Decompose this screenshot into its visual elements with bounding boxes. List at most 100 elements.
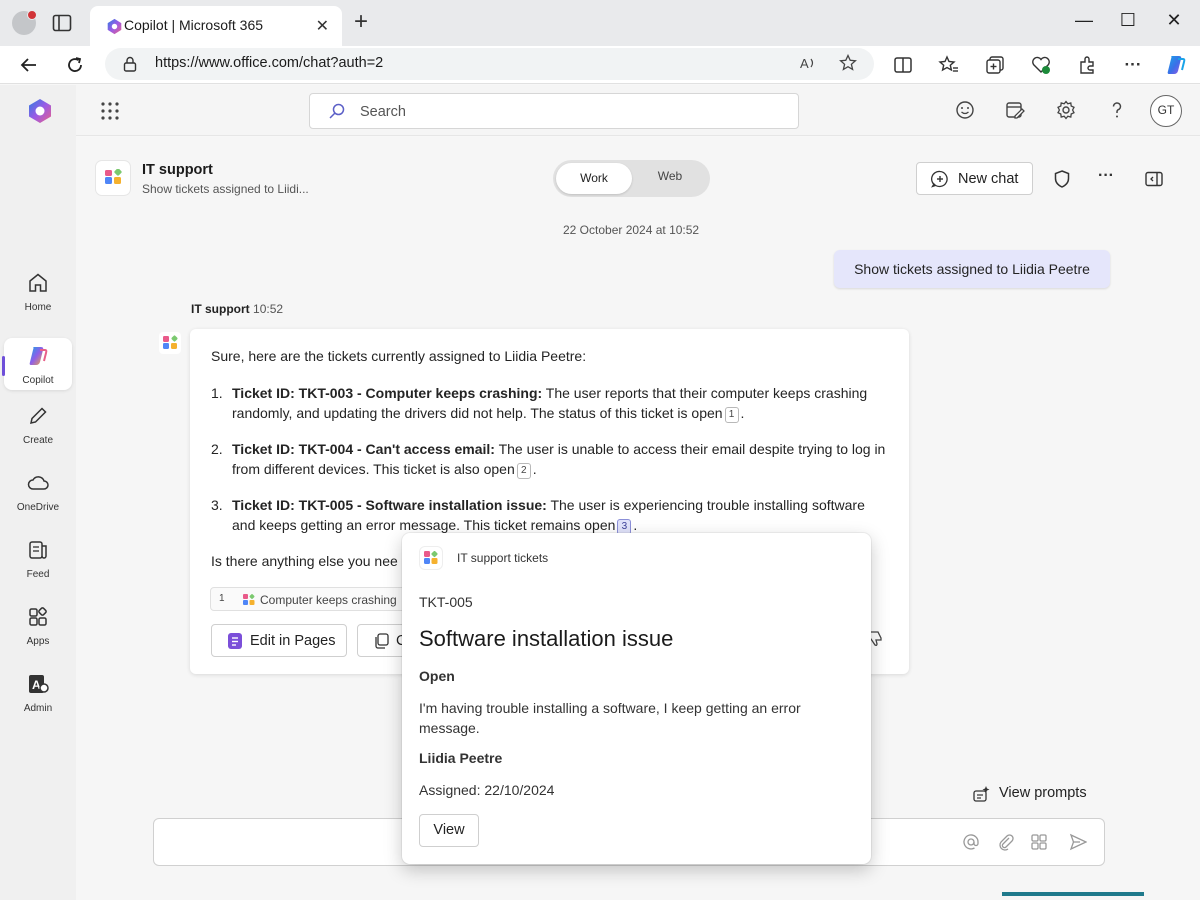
popup-ticket-id: TKT-005 (419, 594, 473, 610)
new-tab-button[interactable]: + (354, 10, 368, 34)
apps-icon (29, 607, 47, 626)
rail-label-copilot: Copilot (22, 375, 54, 386)
edit-in-pages-label: Edit in Pages (250, 633, 336, 649)
rail-item-create[interactable]: Create (4, 398, 72, 454)
copilot-icon (29, 347, 48, 365)
minimize-button[interactable]: — (1066, 10, 1102, 31)
tab-title: Copilot | Microsoft 365 (124, 17, 264, 33)
new-chat-icon (931, 170, 948, 188)
reference-chip[interactable]: 1 Computer keeps crashing (210, 587, 430, 611)
bot-intro-text: Sure, here are the tickets currently ass… (211, 348, 587, 364)
user-avatar[interactable]: GT (1150, 95, 1182, 127)
extensions-icon[interactable] (1076, 54, 1098, 76)
search-box[interactable]: Search (309, 93, 799, 129)
citation-popup-card: IT support tickets TKT-005 Software inst… (402, 533, 871, 864)
close-window-button[interactable]: ✕ (1156, 10, 1192, 31)
send-icon[interactable] (1069, 833, 1087, 851)
edit-in-pages-button[interactable]: Edit in Pages (211, 624, 347, 657)
url-text[interactable]: https://www.office.com/chat?auth=2 (155, 55, 383, 71)
refresh-icon[interactable] (64, 54, 86, 76)
browser-titlebar: Copilot | Microsoft 365 ✕ + — ☐ ✕ (0, 0, 1200, 46)
url-field[interactable]: https://www.office.com/chat?auth=2 A (105, 48, 874, 80)
rail-item-home[interactable]: Home (4, 265, 72, 321)
ticket-body: Ticket ID: TKT-005 - Software installati… (232, 495, 892, 535)
help-icon[interactable] (1106, 99, 1128, 121)
lock-icon[interactable] (123, 56, 137, 72)
ticket-number: 1. (211, 385, 223, 401)
bot-name: IT support (191, 302, 250, 316)
toggle-work[interactable]: Work (556, 163, 632, 194)
rail-label-feed: Feed (26, 569, 50, 580)
user-message-bubble: Show tickets assigned to Liidia Peetre (834, 250, 1110, 288)
citation-marker[interactable]: 2 (516, 463, 531, 479)
mention-icon[interactable] (962, 833, 980, 851)
tab-actions-icon[interactable] (52, 14, 72, 32)
it-support-agent-icon (105, 169, 122, 184)
profile-icon[interactable] (12, 10, 37, 35)
it-support-tickets-icon (424, 551, 438, 564)
m365-logo-icon[interactable] (26, 97, 54, 125)
pen-icon (30, 407, 47, 424)
favorite-star-icon[interactable] (839, 54, 857, 72)
more-options-icon[interactable]: ··· (1122, 54, 1144, 76)
favorites-icon[interactable] (938, 54, 960, 76)
ticket-end: . (740, 405, 745, 421)
copy-icon (375, 633, 389, 649)
citation-marker[interactable]: 1 (724, 407, 739, 423)
view-prompts-button[interactable]: View prompts (972, 783, 1096, 805)
toggle-web[interactable]: Web (633, 163, 707, 194)
back-arrow-icon[interactable] (18, 54, 40, 76)
feed-icon (29, 541, 47, 559)
work-web-toggle[interactable]: Work Web (553, 160, 710, 197)
search-icon (329, 103, 345, 119)
my-day-icon[interactable] (1004, 99, 1026, 121)
cloud-icon (27, 476, 49, 490)
copilot-browser-icon[interactable] (1164, 53, 1188, 77)
side-panel-icon[interactable] (1144, 169, 1164, 189)
plugins-icon[interactable] (1030, 833, 1048, 851)
svg-text:A: A (800, 56, 809, 71)
maximize-button[interactable]: ☐ (1110, 10, 1146, 31)
new-chat-button[interactable]: New chat (916, 162, 1033, 195)
prompts-sparkle-icon (973, 786, 990, 802)
split-screen-icon[interactable] (892, 54, 914, 76)
read-aloud-icon[interactable]: A (799, 54, 817, 72)
emoji-feedback-icon[interactable] (954, 99, 976, 121)
reference-text: Computer keeps crashing (260, 593, 397, 607)
copilot-favicon-icon (107, 18, 122, 35)
ticket-title: Ticket ID: TKT-004 - Can't access email: (232, 441, 495, 457)
admin-icon: A (29, 675, 49, 693)
attach-icon[interactable] (997, 833, 1015, 851)
ticket-body: Ticket ID: TKT-004 - Can't access email:… (232, 439, 892, 479)
search-placeholder[interactable]: Search (360, 104, 406, 120)
reference-source-icon (243, 594, 255, 605)
rail-label-create: Create (22, 435, 53, 446)
ticket-number: 3. (211, 497, 223, 513)
shield-icon[interactable] (1052, 169, 1072, 189)
popup-assigned-date: Assigned: 22/10/2024 (419, 782, 555, 798)
agent-name: IT support (142, 162, 213, 178)
ticket-end: . (633, 517, 638, 533)
rail-item-feed[interactable]: Feed (4, 532, 72, 588)
rail-item-admin[interactable]: A Admin (4, 666, 72, 722)
popup-ticket-description: I'm having trouble installing a software… (419, 700, 801, 736)
browser-tab[interactable]: Copilot | Microsoft 365 ✕ (90, 6, 342, 46)
rail-item-copilot[interactable]: Copilot (2, 338, 72, 390)
chat-timestamp: 22 October 2024 at 10:52 (563, 223, 700, 237)
ticket-end: . (532, 461, 537, 477)
ticket-title: Ticket ID: TKT-003 - Computer keeps cras… (232, 385, 543, 401)
popup-ticket-title: Software installation issue (419, 626, 674, 651)
collections-icon[interactable] (984, 54, 1006, 76)
popup-ticket-status: Open (419, 668, 455, 684)
rail-item-onedrive[interactable]: OneDrive (4, 465, 72, 521)
app-launcher-icon[interactable] (100, 101, 120, 121)
rail-item-apps[interactable]: Apps (4, 599, 72, 655)
bot-time: 10:52 (253, 302, 284, 316)
close-tab-icon[interactable]: ✕ (316, 16, 329, 36)
settings-gear-icon[interactable] (1055, 99, 1077, 121)
more-actions-icon[interactable]: ··· (1098, 167, 1118, 187)
popup-view-button[interactable]: View (419, 814, 479, 847)
ticket-title: Ticket ID: TKT-005 - Software installati… (232, 497, 547, 513)
app-rail: Home Copilot Create OneDrive Feed Apps A… (0, 85, 76, 900)
browser-essentials-icon[interactable] (1030, 54, 1052, 76)
